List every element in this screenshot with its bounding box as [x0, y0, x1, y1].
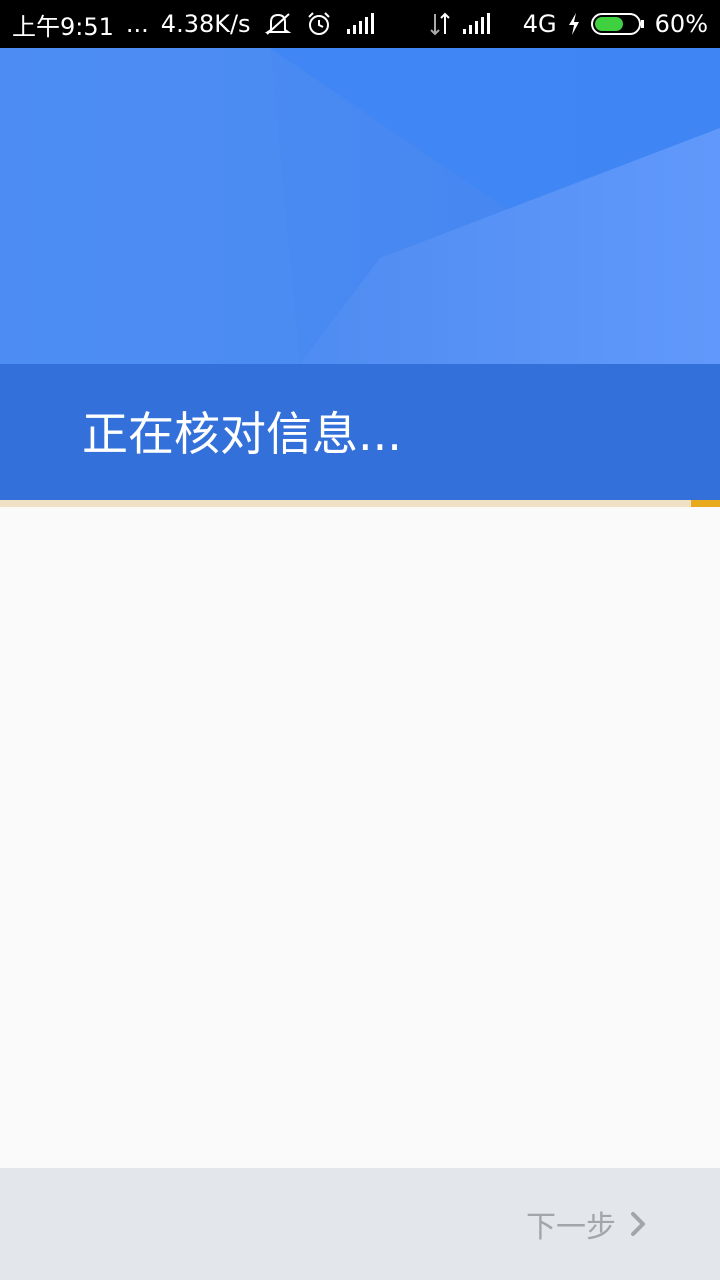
page-title: 正在核对信息...: [82, 407, 402, 461]
status-right: 4G 60%: [429, 10, 708, 38]
signal-icon: [461, 13, 493, 35]
next-button[interactable]: 下一步: [526, 1168, 646, 1280]
alarm-icon: [305, 10, 333, 38]
bottom-bar: 下一步: [0, 1168, 720, 1280]
screen: 上午9:51 ... 4.38K/s 4G 60% 正在核对信息... 下一步: [0, 0, 720, 1280]
data-arrows-icon: [429, 12, 451, 36]
network-speed: 4.38K/s: [160, 10, 251, 38]
battery-level: 60%: [654, 10, 708, 38]
header-banner: [0, 48, 720, 364]
progress-bar: [0, 500, 720, 507]
status-bar: 上午9:51 ... 4.38K/s 4G 60%: [0, 0, 720, 48]
header-decoration: [0, 48, 720, 364]
battery-icon: [590, 12, 645, 36]
chevron-right-icon: [630, 1211, 646, 1237]
next-button-label: 下一步: [526, 1210, 616, 1245]
progress-fill: [691, 500, 720, 507]
status-dots: ...: [125, 10, 149, 38]
mute-icon: [263, 10, 293, 38]
signal-icon: [345, 13, 377, 35]
status-time: 上午9:51: [12, 12, 114, 41]
network-type: 4G: [522, 10, 557, 38]
status-left: 上午9:51 ... 4.38K/s: [12, 7, 377, 42]
charging-icon: [567, 12, 581, 36]
content-area: [0, 507, 720, 1168]
